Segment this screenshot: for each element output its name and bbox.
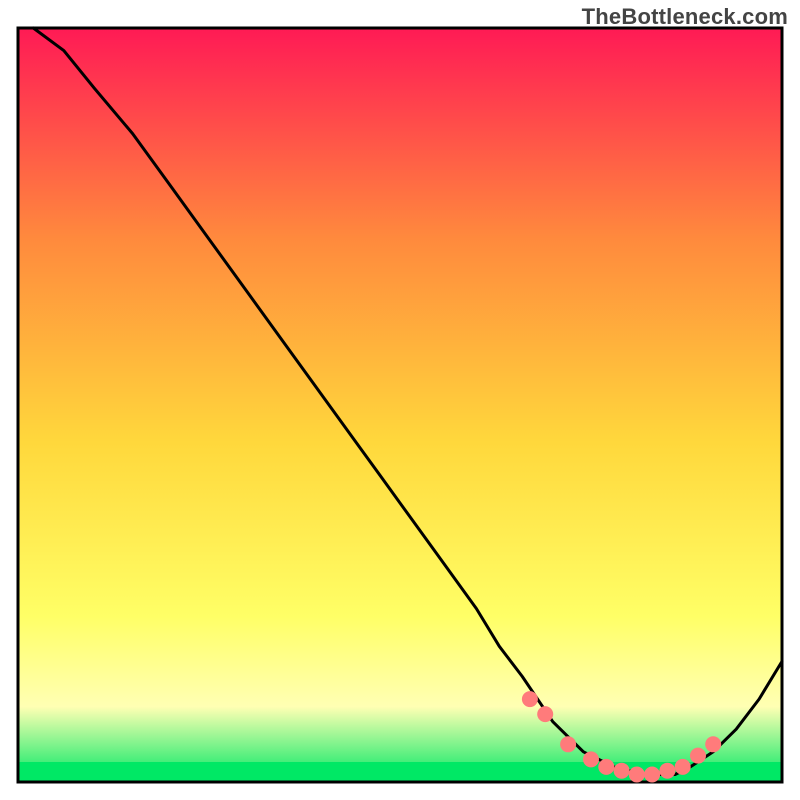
marker-point xyxy=(659,763,675,779)
marker-point xyxy=(675,759,691,775)
marker-point xyxy=(644,767,660,783)
marker-point xyxy=(537,706,553,722)
plot-area xyxy=(18,28,782,782)
chart-frame: TheBottleneck.com xyxy=(0,0,800,800)
marker-point xyxy=(522,691,538,707)
marker-point xyxy=(560,736,576,752)
marker-point xyxy=(629,767,645,783)
marker-point xyxy=(705,736,721,752)
marker-point xyxy=(614,763,630,779)
bottleneck-chart xyxy=(0,0,800,800)
marker-point xyxy=(583,751,599,767)
plot-background xyxy=(18,28,782,782)
marker-point xyxy=(598,759,614,775)
watermark-text: TheBottleneck.com xyxy=(582,4,788,30)
marker-point xyxy=(690,748,706,764)
